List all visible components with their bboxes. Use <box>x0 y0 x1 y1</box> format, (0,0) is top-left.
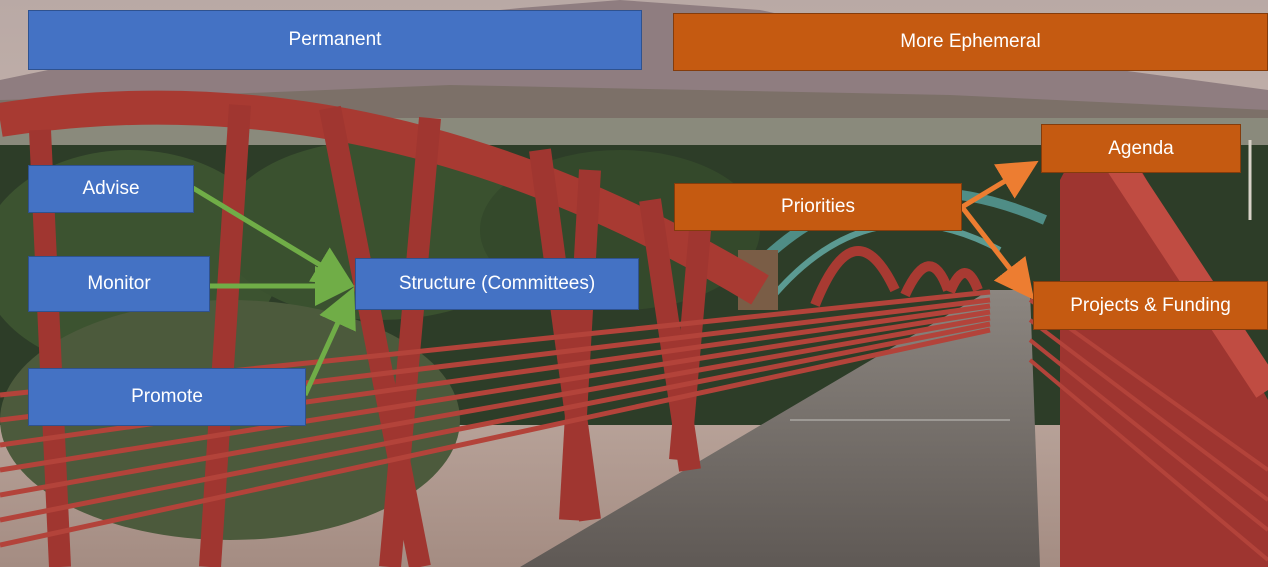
agenda-node: Agenda <box>1041 124 1241 173</box>
arrow-priorities-to-agenda <box>960 160 1039 210</box>
ephemeral-header: More Ephemeral <box>673 13 1268 71</box>
structure-committees-node: Structure (Committees) <box>355 258 639 310</box>
priorities-node: Priorities <box>674 183 962 231</box>
arrow-advise-to-structure <box>191 185 354 286</box>
arrow-priorities-to-projects <box>960 205 1035 300</box>
projects-funding-node: Projects & Funding <box>1033 281 1268 330</box>
permanent-header: Permanent <box>28 10 642 70</box>
slide: Permanent More Ephemeral Advise Monitor … <box>0 0 1268 567</box>
monitor-node: Monitor <box>28 256 210 312</box>
arrow-promote-to-structure <box>302 286 356 397</box>
promote-node: Promote <box>28 368 306 426</box>
advise-node: Advise <box>28 165 194 213</box>
